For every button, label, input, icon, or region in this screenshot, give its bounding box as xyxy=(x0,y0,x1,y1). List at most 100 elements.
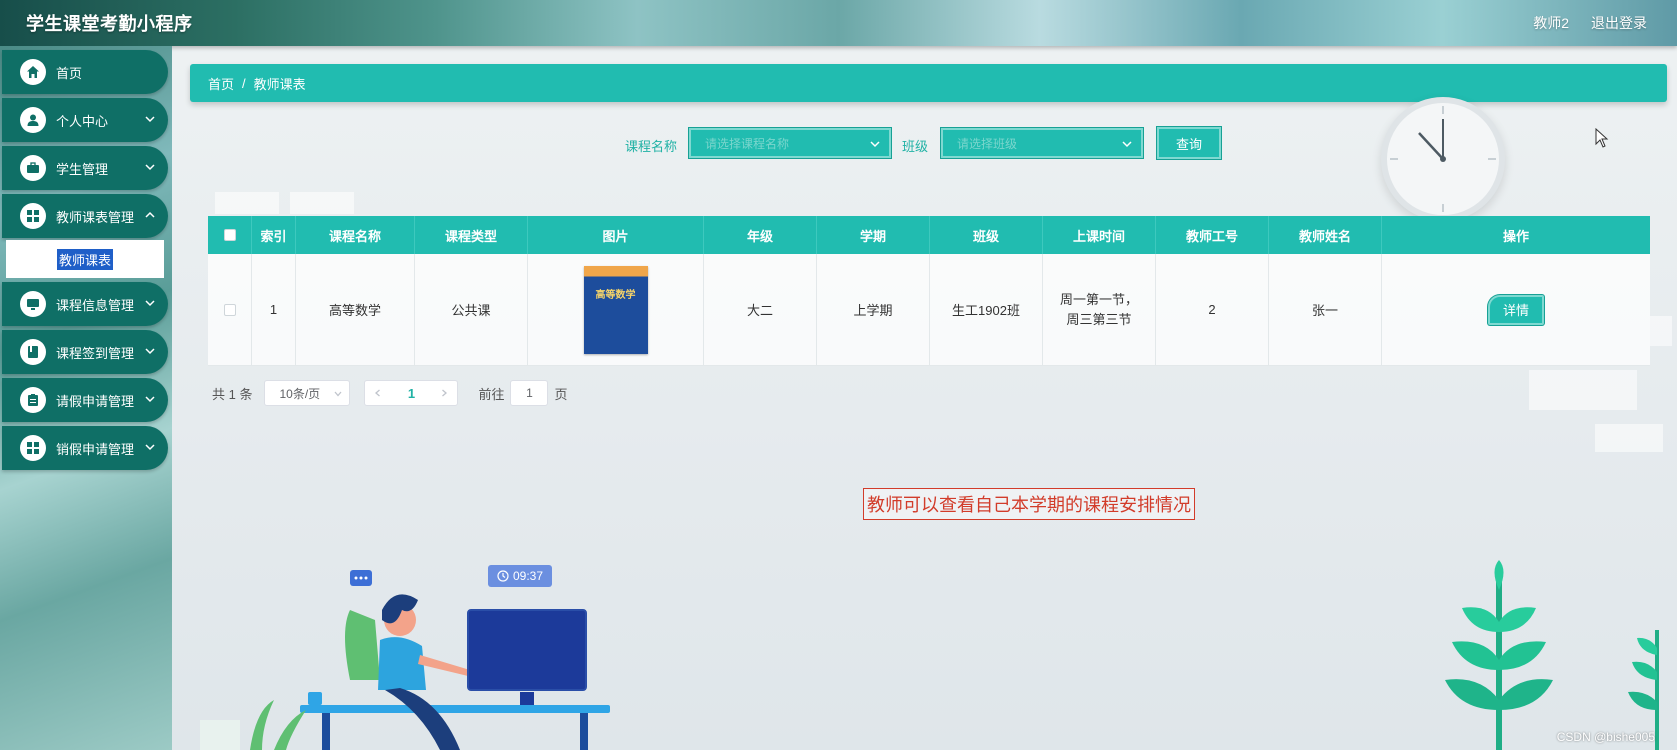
sidebar-item-course-info-management[interactable]: 课程信息管理 xyxy=(2,282,168,326)
header-grade[interactable]: 年级 xyxy=(704,216,817,254)
sidebar-item-student-management[interactable]: 学生管理 xyxy=(2,146,168,190)
monitor-icon xyxy=(20,291,46,317)
sidebar-item-label: 销假申请管理 xyxy=(56,441,135,457)
decorative-block xyxy=(1595,424,1663,452)
cell-class: 生工1902班 xyxy=(930,254,1043,365)
header-index[interactable]: 索引 xyxy=(252,216,296,254)
time-badge-text: 09:37 xyxy=(512,569,544,583)
decorative-block xyxy=(1650,316,1672,346)
select-all-checkbox[interactable] xyxy=(223,229,236,241)
sidebar-item-label: 学生管理 xyxy=(56,161,109,177)
mouse-cursor-icon xyxy=(1595,128,1609,148)
header-class[interactable]: 班级 xyxy=(930,216,1043,254)
sidebar-item-course-checkin-management[interactable]: 课程签到管理 xyxy=(2,330,168,374)
sidebar: 首页 个人中心 学生管理 教师课表管理 教师课表 课程信息管理 课程签到管理 请… xyxy=(0,46,172,750)
submenu-teacher-schedule[interactable]: 教师课表 xyxy=(6,240,164,278)
cell-teacher-id: 2 xyxy=(1156,254,1269,365)
schedule-table: 索引 课程名称 课程类型 图片 年级 学期 班级 上课时间 教师工号 教师姓名 … xyxy=(208,216,1650,366)
cell-index: 1 xyxy=(252,254,296,365)
cell-image: 高等数学 xyxy=(528,254,704,365)
pager: 1 xyxy=(364,380,459,406)
home-icon xyxy=(20,59,46,85)
course-cover-image[interactable]: 高等数学 xyxy=(583,265,648,354)
chevron-down-icon xyxy=(145,116,155,123)
query-button[interactable]: 查询 xyxy=(1157,127,1221,159)
prev-page-icon[interactable] xyxy=(373,388,383,398)
decorative-block xyxy=(290,192,354,214)
table-row: 1 高等数学 公共课 高等数学 大二 上学期 生工1902班 周一第一节，周三第… xyxy=(208,254,1650,366)
header-class-time[interactable]: 上课时间 xyxy=(1043,216,1156,254)
course-name-select[interactable]: 请选择课程名称 xyxy=(689,128,891,158)
cell-course-type: 公共课 xyxy=(415,254,528,365)
breadcrumb-home[interactable]: 首页 xyxy=(208,74,234,93)
cell-course-name: 高等数学 xyxy=(296,254,415,365)
header-teacher-name[interactable]: 教师姓名 xyxy=(1269,216,1382,254)
row-checkbox[interactable] xyxy=(223,303,236,316)
clipboard-icon xyxy=(20,387,46,413)
cover-title: 高等数学 xyxy=(595,289,636,301)
goto-page-input[interactable] xyxy=(510,380,549,406)
next-page-icon[interactable] xyxy=(439,388,449,398)
cell-class-time: 周一第一节，周三第三节 xyxy=(1043,254,1156,365)
select-all-cell xyxy=(208,216,252,254)
submenu-label: 教师课表 xyxy=(56,248,113,270)
header-course-type[interactable]: 课程类型 xyxy=(415,216,528,254)
chevron-down-icon xyxy=(1122,141,1132,148)
goto-label: 前往 xyxy=(478,386,505,402)
sidebar-item-label: 个人中心 xyxy=(56,113,109,129)
decorative-block xyxy=(215,192,279,214)
course-name-placeholder: 请选择课程名称 xyxy=(705,136,790,151)
goto-suffix: 页 xyxy=(554,386,568,402)
sidebar-item-label: 请假申请管理 xyxy=(56,393,135,409)
annotation-caption: 教师可以查看自己本学期的课程安排情况 xyxy=(863,488,1195,520)
row-select-cell xyxy=(208,254,252,365)
sidebar-item-label: 教师课表管理 xyxy=(56,209,135,225)
book-icon xyxy=(20,339,46,365)
page-size-value: 10条/页 xyxy=(279,386,321,401)
sidebar-item-label: 课程签到管理 xyxy=(56,345,135,361)
sidebar-item-cancel-leave-management[interactable]: 销假申请管理 xyxy=(2,426,168,470)
table-header: 索引 课程名称 课程类型 图片 年级 学期 班级 上课时间 教师工号 教师姓名 … xyxy=(208,216,1650,254)
grid-icon xyxy=(20,203,46,229)
chevron-down-icon xyxy=(334,391,342,397)
class-select[interactable]: 请选择班级 xyxy=(941,128,1143,158)
logout-link[interactable]: 退出登录 xyxy=(1591,13,1647,33)
sidebar-item-leave-request-management[interactable]: 请假申请管理 xyxy=(2,378,168,422)
goto-page: 前往 页 xyxy=(478,380,568,406)
clock-decoration xyxy=(1381,97,1505,221)
class-label: 班级 xyxy=(902,139,929,154)
sidebar-item-home[interactable]: 首页 xyxy=(2,50,168,94)
header-user-area: 教师2 退出登录 xyxy=(1533,13,1647,33)
header-semester[interactable]: 学期 xyxy=(817,216,930,254)
current-user: 教师2 xyxy=(1533,15,1569,31)
plant-illustration xyxy=(1445,560,1659,750)
course-name-label: 课程名称 xyxy=(625,139,678,154)
chevron-down-icon xyxy=(145,348,155,355)
current-page[interactable]: 1 xyxy=(408,386,415,401)
header-course-name[interactable]: 课程名称 xyxy=(296,216,415,254)
briefcase-icon xyxy=(20,155,46,181)
chevron-down-icon xyxy=(145,300,155,307)
sidebar-item-teacher-schedule-management[interactable]: 教师课表管理 xyxy=(2,194,168,238)
decorative-block xyxy=(1529,370,1637,410)
header-teacher-id[interactable]: 教师工号 xyxy=(1156,216,1269,254)
cell-teacher-name: 张一 xyxy=(1269,254,1382,365)
class-placeholder: 请选择班级 xyxy=(957,136,1018,151)
sidebar-item-label: 首页 xyxy=(56,65,83,81)
detail-button[interactable]: 详情 xyxy=(1488,294,1544,325)
header-image[interactable]: 图片 xyxy=(528,216,704,254)
header-actions: 操作 xyxy=(1502,228,1529,244)
watermark: CSDN @bishe005 xyxy=(1556,730,1655,744)
person-at-desk-illustration xyxy=(200,570,610,750)
chevron-down-icon xyxy=(870,141,880,148)
pagination: 共 1 条 10条/页 1 前往 页 xyxy=(212,380,568,406)
breadcrumb-current: 教师课表 xyxy=(253,76,306,92)
sidebar-item-label: 课程信息管理 xyxy=(56,297,135,313)
pagination-total: 共 1 条 xyxy=(212,386,253,402)
chevron-up-icon xyxy=(145,211,155,218)
grid-icon xyxy=(20,435,46,461)
chevron-down-icon xyxy=(145,444,155,451)
page-size-select[interactable]: 10条/页 xyxy=(264,380,351,406)
app-title: 学生课堂考勤小程序 xyxy=(26,14,193,34)
sidebar-item-personal-center[interactable]: 个人中心 xyxy=(2,98,168,142)
